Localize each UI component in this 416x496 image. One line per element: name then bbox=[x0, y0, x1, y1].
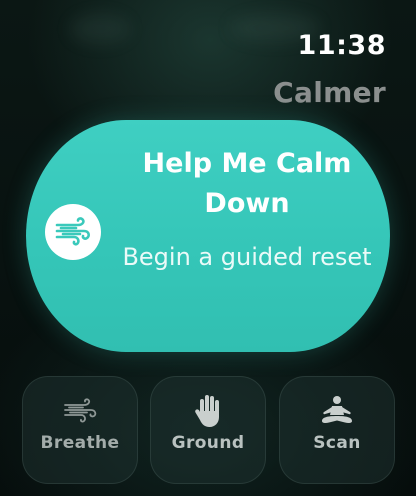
tile-label: Ground bbox=[171, 433, 245, 453]
meditation-icon bbox=[280, 393, 394, 429]
hero-subtitle: Begin a guided reset bbox=[122, 243, 372, 271]
wind-icon bbox=[23, 393, 137, 429]
ground-button[interactable]: Ground bbox=[150, 376, 266, 484]
hand-icon bbox=[151, 393, 265, 429]
status-time: 11:38 bbox=[297, 30, 386, 61]
hero-title: Help Me Calm Down bbox=[142, 148, 352, 219]
tile-label: Scan bbox=[313, 433, 361, 453]
app-title: Calmer bbox=[273, 76, 386, 109]
wind-icon bbox=[45, 204, 101, 260]
watch-screen: 11:38 Calmer Help Me Calm Down Begin a g… bbox=[0, 0, 416, 496]
calm-down-button[interactable]: Help Me Calm Down Begin a guided reset bbox=[26, 120, 390, 352]
background-blur bbox=[70, 14, 130, 44]
breathe-button[interactable]: Breathe bbox=[22, 376, 138, 484]
scan-button[interactable]: Scan bbox=[279, 376, 395, 484]
tile-label: Breathe bbox=[40, 433, 120, 453]
